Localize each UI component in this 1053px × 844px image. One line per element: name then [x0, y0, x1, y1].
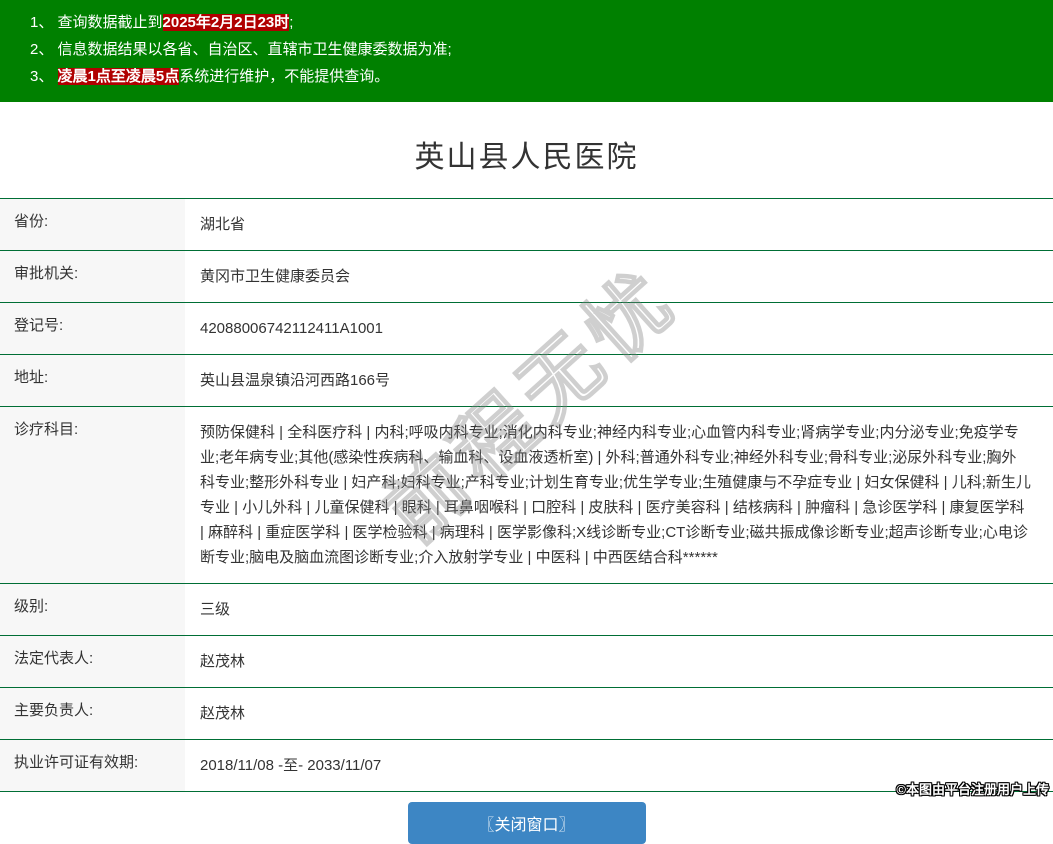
- hospital-title: 英山县人民医院: [0, 132, 1053, 176]
- table-row-medical-departments: 诊疗科目: 预防保健科 | 全科医疗科 | 内科;呼吸内科专业;消化内科专业;神…: [0, 407, 1053, 584]
- row-label: 地址:: [0, 355, 185, 406]
- row-value: 湖北省: [185, 199, 1053, 250]
- notice-highlight: 凌晨1点至凌晨5点: [58, 68, 180, 85]
- row-label: 级别:: [0, 584, 185, 635]
- notice-text: 1、 查询数据截止到: [30, 14, 163, 31]
- row-label: 法定代表人:: [0, 636, 185, 687]
- row-label: 登记号:: [0, 303, 185, 354]
- notice-text: ;: [289, 14, 293, 31]
- table-row-level: 级别: 三级: [0, 584, 1053, 636]
- row-value: 黄冈市卫生健康委员会: [185, 251, 1053, 302]
- credit-note: ©本图由平台注册用户上传: [896, 779, 1049, 798]
- table-row-approval-authority: 审批机关: 黄冈市卫生健康委员会: [0, 251, 1053, 303]
- button-area: 〖关闭窗口〗: [0, 802, 1053, 844]
- row-label: 主要负责人:: [0, 688, 185, 739]
- notice-line-1: 1、 查询数据截止到2025年2月2日23时;: [30, 9, 1043, 36]
- notice-line-3: 3、 凌晨1点至凌晨5点系统进行维护，不能提供查询。: [30, 63, 1043, 90]
- row-value: 预防保健科 | 全科医疗科 | 内科;呼吸内科专业;消化内科专业;神经内科专业;…: [185, 407, 1053, 583]
- row-label: 执业许可证有效期:: [0, 740, 185, 791]
- row-label: 诊疗科目:: [0, 407, 185, 583]
- row-label: 省份:: [0, 199, 185, 250]
- close-window-button[interactable]: 〖关闭窗口〗: [408, 802, 646, 844]
- info-table: 省份: 湖北省 审批机关: 黄冈市卫生健康委员会 登记号: 4208800674…: [0, 198, 1053, 792]
- table-row-address: 地址: 英山县温泉镇沿河西路166号: [0, 355, 1053, 407]
- row-value: 42088006742112411A1001: [185, 303, 1053, 354]
- notice-highlight: 2025年2月2日23时: [163, 14, 290, 31]
- notice-line-2: 2、 信息数据结果以各省、自治区、直辖市卫生健康委数据为准;: [30, 36, 1043, 63]
- table-row-province: 省份: 湖北省: [0, 199, 1053, 251]
- table-row-principal: 主要负责人: 赵茂林: [0, 688, 1053, 740]
- row-value: 三级: [185, 584, 1053, 635]
- row-value: 赵茂林: [185, 636, 1053, 687]
- notice-banner: 1、 查询数据截止到2025年2月2日23时; 2、 信息数据结果以各省、自治区…: [0, 0, 1053, 102]
- notice-text: 2、 信息数据结果以各省、自治区、直辖市卫生健康委数据为准;: [30, 41, 452, 58]
- row-value: 英山县温泉镇沿河西路166号: [185, 355, 1053, 406]
- row-value: 赵茂林: [185, 688, 1053, 739]
- notice-text: 系统进行维护，不能提供查询。: [179, 68, 389, 85]
- notice-text: 3、: [30, 68, 58, 85]
- table-row-registration-number: 登记号: 42088006742112411A1001: [0, 303, 1053, 355]
- row-label: 审批机关:: [0, 251, 185, 302]
- table-row-legal-representative: 法定代表人: 赵茂林: [0, 636, 1053, 688]
